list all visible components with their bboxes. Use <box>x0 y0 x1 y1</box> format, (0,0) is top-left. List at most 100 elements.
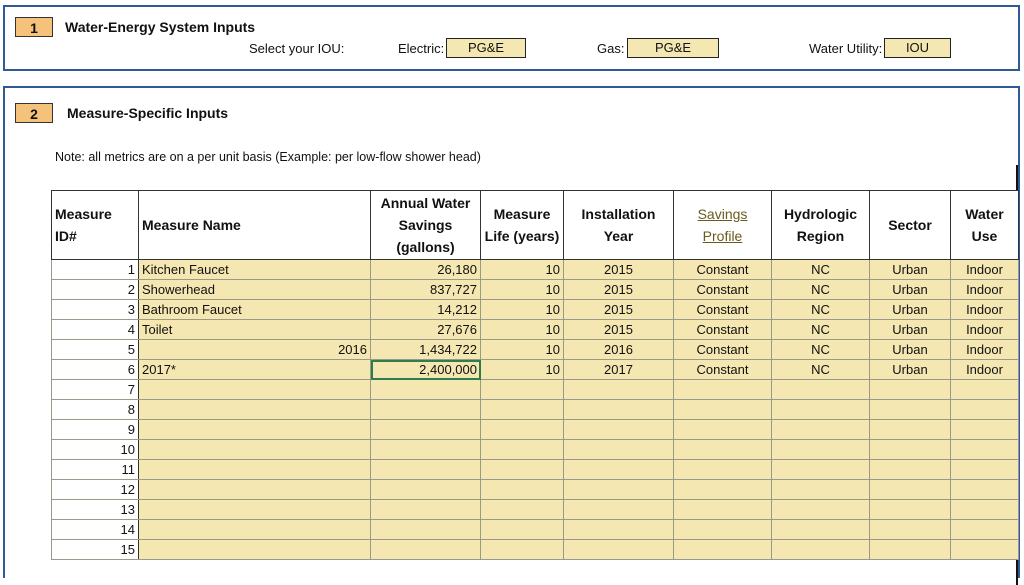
water-use-cell[interactable]: Indoor <box>950 339 1019 360</box>
sector-cell[interactable] <box>869 459 951 480</box>
water-use-cell[interactable] <box>950 539 1019 560</box>
installation-year-cell[interactable] <box>563 539 674 560</box>
savings-profile-cell[interactable]: Constant <box>673 299 772 320</box>
measure-name-cell[interactable] <box>138 419 371 440</box>
measure-life-cell[interactable]: 10 <box>480 359 564 380</box>
annual-savings-cell[interactable]: 837,727 <box>370 279 481 300</box>
measure-name-cell[interactable]: Showerhead <box>138 279 371 300</box>
sector-cell[interactable] <box>869 399 951 420</box>
savings-profile-cell[interactable]: Constant <box>673 339 772 360</box>
measure-life-cell[interactable]: 10 <box>480 319 564 340</box>
measure-id-cell[interactable]: 9 <box>51 419 139 440</box>
sector-cell[interactable] <box>869 499 951 520</box>
sector-cell[interactable]: Urban <box>869 279 951 300</box>
measure-name-cell[interactable]: Kitchen Faucet <box>138 259 371 280</box>
savings-profile-cell[interactable] <box>673 459 772 480</box>
savings-profile-cell[interactable] <box>673 499 772 520</box>
measure-name-cell[interactable] <box>138 519 371 540</box>
sector-cell[interactable] <box>869 479 951 500</box>
sector-cell[interactable] <box>869 439 951 460</box>
electric-iou-select[interactable]: PG&E <box>446 38 526 58</box>
sector-cell[interactable] <box>869 519 951 540</box>
measure-name-cell[interactable] <box>138 499 371 520</box>
measure-id-cell[interactable]: 15 <box>51 539 139 560</box>
hydrologic-region-cell[interactable] <box>771 499 870 520</box>
measure-id-cell[interactable]: 7 <box>51 379 139 400</box>
annual-savings-cell[interactable] <box>370 439 481 460</box>
measure-name-cell[interactable] <box>138 479 371 500</box>
measure-life-cell[interactable] <box>480 379 564 400</box>
annual-savings-cell[interactable]: 2,400,000 <box>370 359 481 380</box>
measure-id-cell[interactable]: 2 <box>51 279 139 300</box>
measure-life-cell[interactable]: 10 <box>480 339 564 360</box>
sector-cell[interactable] <box>869 539 951 560</box>
measure-name-cell[interactable]: 2017* <box>138 359 371 380</box>
savings-profile-cell[interactable] <box>673 519 772 540</box>
hydrologic-region-cell[interactable]: NC <box>771 279 870 300</box>
annual-savings-cell[interactable]: 1,434,722 <box>370 339 481 360</box>
measure-id-cell[interactable]: 6 <box>51 359 139 380</box>
sector-cell[interactable]: Urban <box>869 259 951 280</box>
annual-savings-cell[interactable] <box>370 539 481 560</box>
measure-life-cell[interactable]: 10 <box>480 259 564 280</box>
measure-life-cell[interactable] <box>480 399 564 420</box>
measure-id-cell[interactable]: 12 <box>51 479 139 500</box>
water-use-cell[interactable] <box>950 479 1019 500</box>
measure-life-cell[interactable]: 10 <box>480 299 564 320</box>
measure-life-cell[interactable] <box>480 539 564 560</box>
measure-id-cell[interactable]: 1 <box>51 259 139 280</box>
sector-cell[interactable]: Urban <box>869 339 951 360</box>
savings-profile-cell[interactable]: Constant <box>673 259 772 280</box>
savings-profile-cell[interactable]: Constant <box>673 319 772 340</box>
water-use-cell[interactable] <box>950 419 1019 440</box>
measure-life-cell[interactable] <box>480 439 564 460</box>
measure-name-cell[interactable] <box>138 439 371 460</box>
annual-savings-cell[interactable] <box>370 519 481 540</box>
hydrologic-region-cell[interactable] <box>771 519 870 540</box>
annual-savings-cell[interactable]: 27,676 <box>370 319 481 340</box>
annual-savings-cell[interactable] <box>370 379 481 400</box>
measure-life-cell[interactable] <box>480 479 564 500</box>
annual-savings-cell[interactable] <box>370 419 481 440</box>
installation-year-cell[interactable]: 2015 <box>563 279 674 300</box>
measure-id-cell[interactable]: 3 <box>51 299 139 320</box>
measure-life-cell[interactable] <box>480 519 564 540</box>
measure-id-cell[interactable]: 13 <box>51 499 139 520</box>
measure-id-cell[interactable]: 10 <box>51 439 139 460</box>
installation-year-cell[interactable] <box>563 419 674 440</box>
measure-id-cell[interactable]: 8 <box>51 399 139 420</box>
hydrologic-region-cell[interactable] <box>771 459 870 480</box>
installation-year-cell[interactable]: 2015 <box>563 259 674 280</box>
savings-profile-cell[interactable] <box>673 399 772 420</box>
savings-profile-cell[interactable] <box>673 419 772 440</box>
hydrologic-region-cell[interactable] <box>771 439 870 460</box>
sector-cell[interactable]: Urban <box>869 299 951 320</box>
hydrologic-region-cell[interactable]: NC <box>771 299 870 320</box>
gas-iou-select[interactable]: PG&E <box>627 38 719 58</box>
annual-savings-cell[interactable] <box>370 499 481 520</box>
savings-profile-cell[interactable] <box>673 479 772 500</box>
installation-year-cell[interactable] <box>563 519 674 540</box>
sector-cell[interactable]: Urban <box>869 319 951 340</box>
measure-name-cell[interactable]: Toilet <box>138 319 371 340</box>
savings-profile-cell[interactable] <box>673 439 772 460</box>
water-use-cell[interactable]: Indoor <box>950 299 1019 320</box>
measure-life-cell[interactable] <box>480 499 564 520</box>
measure-name-cell[interactable] <box>138 379 371 400</box>
measure-id-cell[interactable]: 11 <box>51 459 139 480</box>
hydrologic-region-cell[interactable]: NC <box>771 259 870 280</box>
measure-life-cell[interactable]: 10 <box>480 279 564 300</box>
water-use-cell[interactable]: Indoor <box>950 259 1019 280</box>
installation-year-cell[interactable]: 2017 <box>563 359 674 380</box>
hydrologic-region-cell[interactable] <box>771 539 870 560</box>
sector-cell[interactable] <box>869 419 951 440</box>
water-use-cell[interactable]: Indoor <box>950 279 1019 300</box>
annual-savings-cell[interactable]: 26,180 <box>370 259 481 280</box>
sector-cell[interactable]: Urban <box>869 359 951 380</box>
savings-profile-cell[interactable] <box>673 539 772 560</box>
measure-id-cell[interactable]: 4 <box>51 319 139 340</box>
water-use-cell[interactable] <box>950 499 1019 520</box>
measure-id-cell[interactable]: 5 <box>51 339 139 360</box>
hydrologic-region-cell[interactable] <box>771 479 870 500</box>
annual-savings-cell[interactable] <box>370 459 481 480</box>
